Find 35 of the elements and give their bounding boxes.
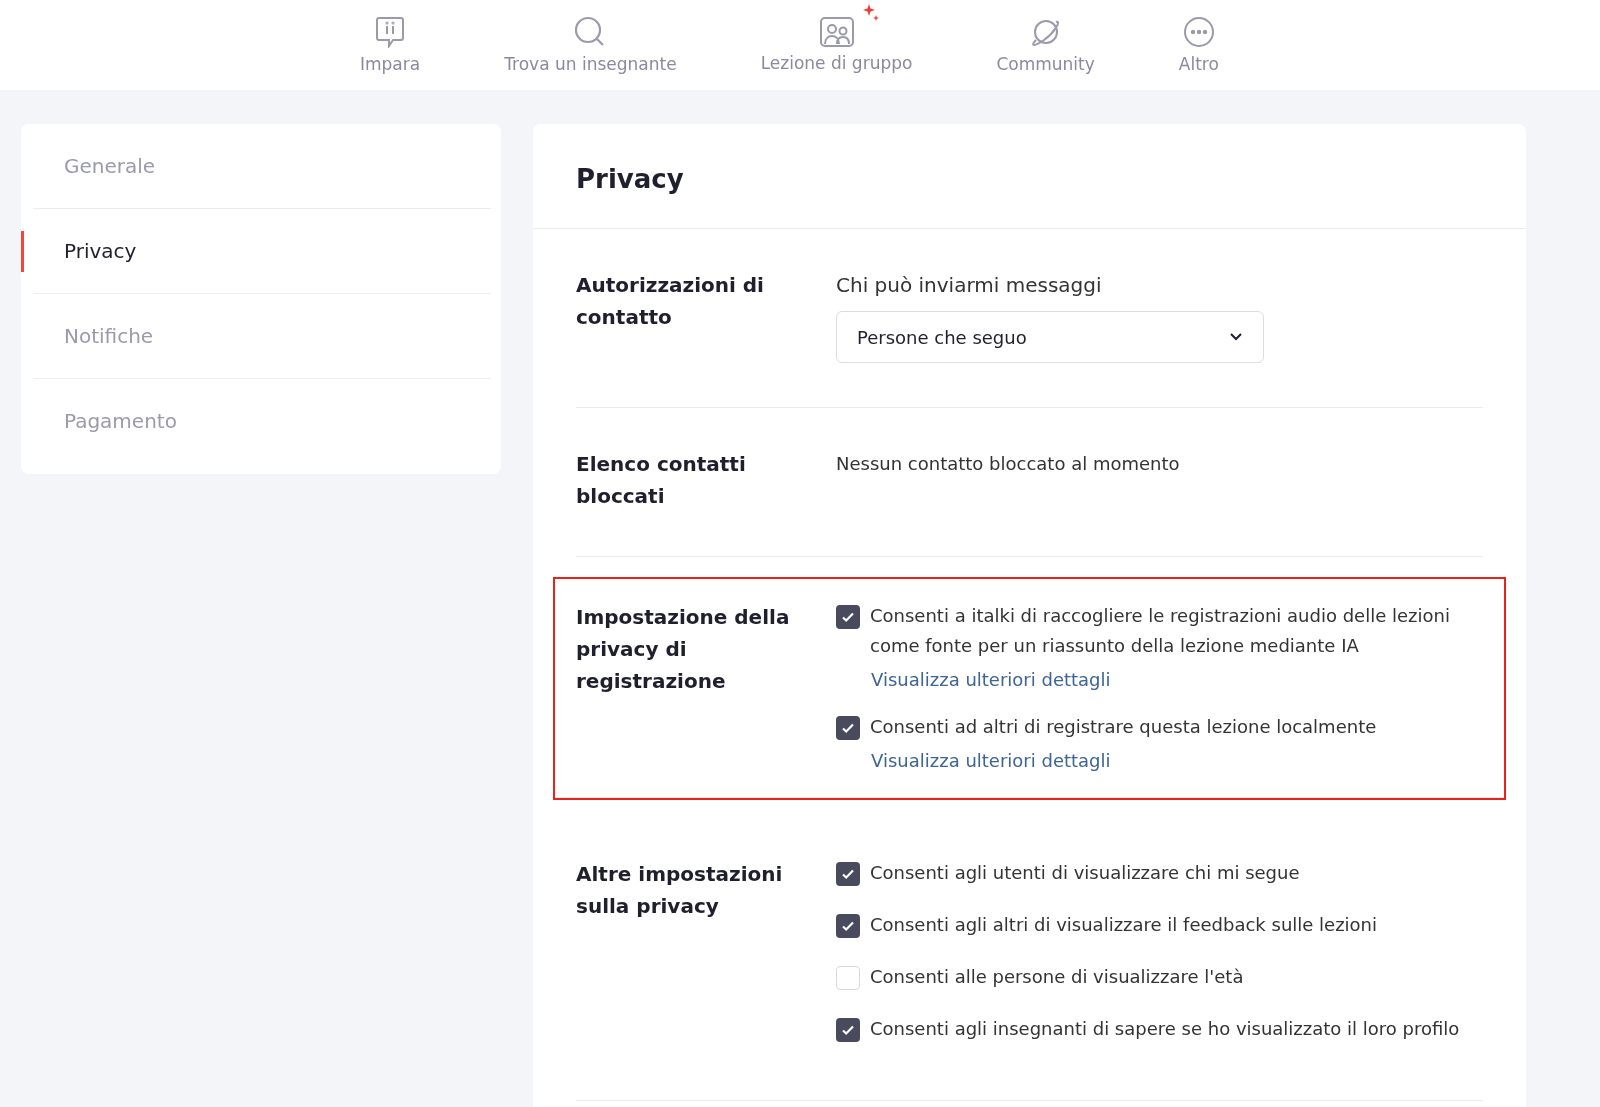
checkbox-label: Consenti agli altri di visualizzare il feedback sulle lezioni [870, 913, 1378, 937]
checkbox[interactable] [836, 862, 860, 886]
checkbox[interactable] [836, 1018, 860, 1042]
details-link[interactable]: Visualizza ulteriori dettagli [871, 669, 1483, 690]
checkbox-label: Consenti ad altri di registrare questa lezione localmente [870, 715, 1377, 739]
nav-tab[interactable]: Trova un insegnante [462, 0, 719, 90]
speech-bubble-icon [375, 16, 406, 48]
section-label: Elenco contatti bloccati [576, 451, 747, 510]
chevron-down-icon [1229, 332, 1243, 342]
checkbox-label: Consenti agli utenti di visualizzare chi mi segue [870, 861, 1300, 885]
more-icon [1182, 16, 1215, 48]
sidebar-item[interactable]: Notifiche [21, 294, 491, 379]
sidebar-item[interactable]: Generale [21, 124, 491, 209]
messaging-dropdown[interactable]: Persone che seguo [836, 311, 1264, 363]
section-label: Altre impostazioni sulla privacy [576, 861, 784, 920]
checkbox-label: Consenti a italki di raccogliere le registrazioni audio delle lezioni come fonte per un riassunto della lezione mediante IA [870, 604, 1451, 658]
panel-title: Privacy [533, 124, 1526, 229]
sidebar-item[interactable]: Privacy [21, 209, 491, 294]
nav-tab[interactable]: Impara [318, 0, 463, 90]
people-picture-icon [819, 17, 854, 47]
checkbox[interactable] [836, 716, 860, 740]
section-label: Impostazione della privacy di registrazione [576, 604, 791, 695]
checkbox[interactable] [836, 966, 860, 990]
field-caption: Chi può inviarmi messaggi [836, 272, 1103, 299]
checkbox-label: Consenti agli insegnanti di sapere se ho visualizzato il loro profilo [870, 1017, 1460, 1041]
details-link[interactable]: Visualizza ulteriori dettagli [871, 750, 1483, 771]
nav-tab[interactable]: Community [954, 0, 1137, 90]
checkbox[interactable] [836, 605, 860, 629]
blocked-contacts-text: Nessun contatto bloccato al momento [836, 452, 1181, 476]
checkbox[interactable] [836, 914, 860, 938]
nav-tab[interactable]: Lezione di gruppo [718, 0, 955, 90]
checkbox-label: Consenti alle persone di visualizzare l'età [870, 965, 1244, 989]
section-label: Autorizzazioni di contatto [576, 272, 765, 331]
sidebar-item[interactable]: Pagamento [21, 379, 491, 464]
nav-tab[interactable]: Altro [1136, 0, 1261, 90]
